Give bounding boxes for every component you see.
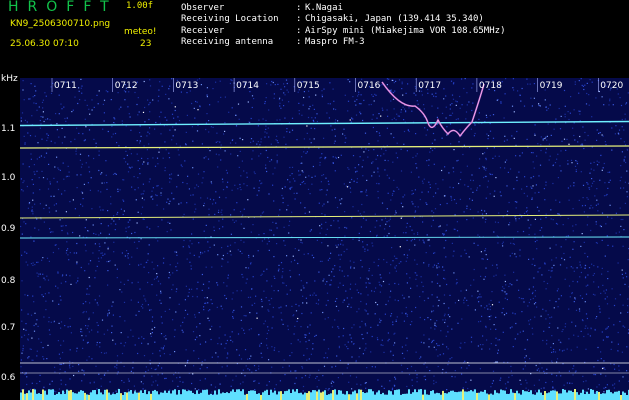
filename-label: KN9_2506300710.png <box>10 19 111 29</box>
version-label: 1.00f <box>126 1 154 11</box>
timestamp-label: 25.06.30 07:10 <box>10 39 79 49</box>
bottom-noise-band <box>20 389 629 400</box>
y-tick-label: 1.0 <box>1 173 16 183</box>
x-tick-label: 0720 <box>600 81 624 91</box>
meteo-count: 23 <box>140 39 152 49</box>
y-tick-label: 0.8 <box>1 276 16 286</box>
x-tick-label: 0715 <box>296 81 320 91</box>
carrier-trace <box>20 120 629 127</box>
x-tick-label: 0711 <box>54 81 77 91</box>
info-separator: : <box>296 26 302 36</box>
spectrogram-svg <box>20 78 629 400</box>
info-separator: : <box>296 14 302 24</box>
header-bar: HROFFT 1.00f KN9_2506300710.png meteo! 2… <box>0 0 629 78</box>
info-separator: : <box>296 37 302 47</box>
receiver-value: AirSpy mini (Miakejima VOR 108.65MHz) <box>305 26 506 36</box>
observer-value: K.Nagai <box>305 3 343 13</box>
info-separator: : <box>296 3 302 13</box>
receiver-label: Receiver <box>181 26 225 36</box>
meteo-label: meteo! <box>124 27 157 37</box>
y-axis-unit: kHz <box>1 74 18 84</box>
y-tick-label: 1.1 <box>1 124 16 134</box>
y-tick-label: 0.6 <box>1 373 16 383</box>
app-title: HROFFT <box>8 0 118 15</box>
carrier-trace <box>20 236 629 239</box>
x-tick-label: 0717 <box>418 81 442 91</box>
x-tick-label: 0719 <box>539 81 563 91</box>
y-tick-label: 0.7 <box>1 323 16 333</box>
antenna-value: Maspro FM-3 <box>305 37 365 47</box>
carrier-trace <box>20 145 629 149</box>
observer-label: Observer <box>181 3 225 13</box>
location-label: Receiving Location <box>181 14 279 24</box>
x-tick-label: 0716 <box>357 81 381 91</box>
x-tick-label: 0714 <box>236 81 259 91</box>
antenna-label: Receiving antenna <box>181 37 274 47</box>
location-value: Chigasaki, Japan (139.414 35.340) <box>305 14 484 24</box>
spectrogram-plot[interactable] <box>20 78 629 400</box>
y-tick-label: 0.9 <box>1 224 16 234</box>
x-tick-label: 0712 <box>114 81 138 91</box>
x-tick-label: 0713 <box>175 81 199 91</box>
noise-layer <box>20 78 629 400</box>
x-tick-label: 0718 <box>478 81 502 91</box>
